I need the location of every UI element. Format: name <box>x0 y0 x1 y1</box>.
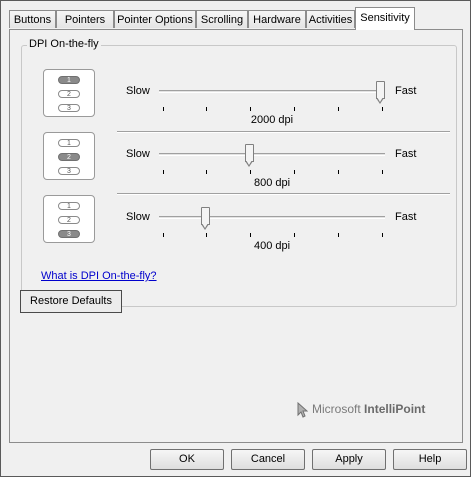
tab-hardware[interactable]: Hardware <box>248 10 306 28</box>
tick <box>294 107 295 111</box>
dpi-indicator-icon: 1 2 3 <box>43 195 95 243</box>
cancel-button[interactable]: Cancel <box>231 449 305 470</box>
dpi-row-3: 1 2 3 Slow Fast 400 dpi <box>22 192 456 252</box>
tick <box>294 170 295 174</box>
tick <box>250 170 251 174</box>
dpi-row-2: 1 2 3 Slow Fast 800 dpi <box>22 129 456 189</box>
ok-button[interactable]: OK <box>150 449 224 470</box>
slow-label: Slow <box>126 211 150 223</box>
tick <box>338 107 339 111</box>
tab-sensitivity[interactable]: Sensitivity <box>355 7 415 30</box>
tick <box>206 107 207 111</box>
help-button[interactable]: Help <box>393 449 467 470</box>
dpi-pill-3: 3 <box>58 104 80 112</box>
dpi-row-1: 1 2 3 Slow Fast 2000 dpi <box>22 66 456 126</box>
tick <box>382 170 383 174</box>
dpi-groupbox: DPI On-the-fly 1 2 3 Slow Fast 2000 dpi … <box>21 38 457 307</box>
tick <box>206 170 207 174</box>
tick <box>382 233 383 237</box>
dpi-value: 400 dpi <box>253 240 291 252</box>
intellipoint-branding: Microsoft IntelliPoint <box>297 401 426 418</box>
tick <box>163 107 164 111</box>
dpi-value: 800 dpi <box>253 177 291 189</box>
dpi-pill-2: 2 <box>58 90 80 98</box>
fast-label: Fast <box>395 85 417 97</box>
slider-track[interactable] <box>159 90 385 93</box>
dpi-help-link[interactable]: What is DPI On-the-fly? <box>41 270 157 282</box>
dpi-value: 2000 dpi <box>250 114 294 126</box>
dpi-pill-1: 1 <box>58 202 80 210</box>
tick <box>250 107 251 111</box>
group-title: DPI On-the-fly <box>27 38 101 50</box>
slider-thumb[interactable] <box>376 81 385 104</box>
dpi-indicator-icon: 1 2 3 <box>43 132 95 180</box>
brand-product: IntelliPoint <box>364 402 426 416</box>
mouse-properties-window: Buttons Pointers Pointer Options Scrolli… <box>0 0 471 477</box>
dpi-pill-1: 1 <box>58 76 80 84</box>
restore-defaults-button[interactable]: Restore Defaults <box>20 290 122 313</box>
tick <box>163 233 164 237</box>
dpi-pill-2: 2 <box>58 153 80 161</box>
dialog-button-bar: OK Cancel Apply Help <box>1 446 470 476</box>
tab-scrolling[interactable]: Scrolling <box>196 10 248 28</box>
slider-track[interactable] <box>159 216 385 219</box>
slider-thumb[interactable] <box>245 144 254 167</box>
tab-pointer-options[interactable]: Pointer Options <box>114 10 196 28</box>
dpi-pill-1: 1 <box>58 139 80 147</box>
slow-label: Slow <box>126 85 150 97</box>
dpi-indicator-icon: 1 2 3 <box>43 69 95 117</box>
slow-label: Slow <box>126 148 150 160</box>
sensitivity-panel: DPI On-the-fly 1 2 3 Slow Fast 2000 dpi … <box>9 29 463 443</box>
fast-label: Fast <box>395 211 417 223</box>
apply-button[interactable]: Apply <box>312 449 386 470</box>
mouse-pointer-icon <box>297 401 309 421</box>
dpi-pill-3: 3 <box>58 230 80 238</box>
tick <box>206 233 207 237</box>
tab-activities[interactable]: Activities <box>306 10 355 28</box>
slider-track[interactable] <box>159 153 385 156</box>
dpi-pill-3: 3 <box>58 167 80 175</box>
tick <box>294 233 295 237</box>
tick <box>163 170 164 174</box>
tick <box>382 107 383 111</box>
tick <box>338 170 339 174</box>
slider-thumb[interactable] <box>201 207 210 230</box>
panel-body: DPI On-the-fly 1 2 3 Slow Fast 2000 dpi … <box>10 30 462 442</box>
tick <box>250 233 251 237</box>
dpi-pill-2: 2 <box>58 216 80 224</box>
tab-pointers[interactable]: Pointers <box>56 10 114 28</box>
tab-buttons[interactable]: Buttons <box>9 10 56 28</box>
brand-prefix: Microsoft <box>312 402 361 416</box>
fast-label: Fast <box>395 148 417 160</box>
tick <box>338 233 339 237</box>
